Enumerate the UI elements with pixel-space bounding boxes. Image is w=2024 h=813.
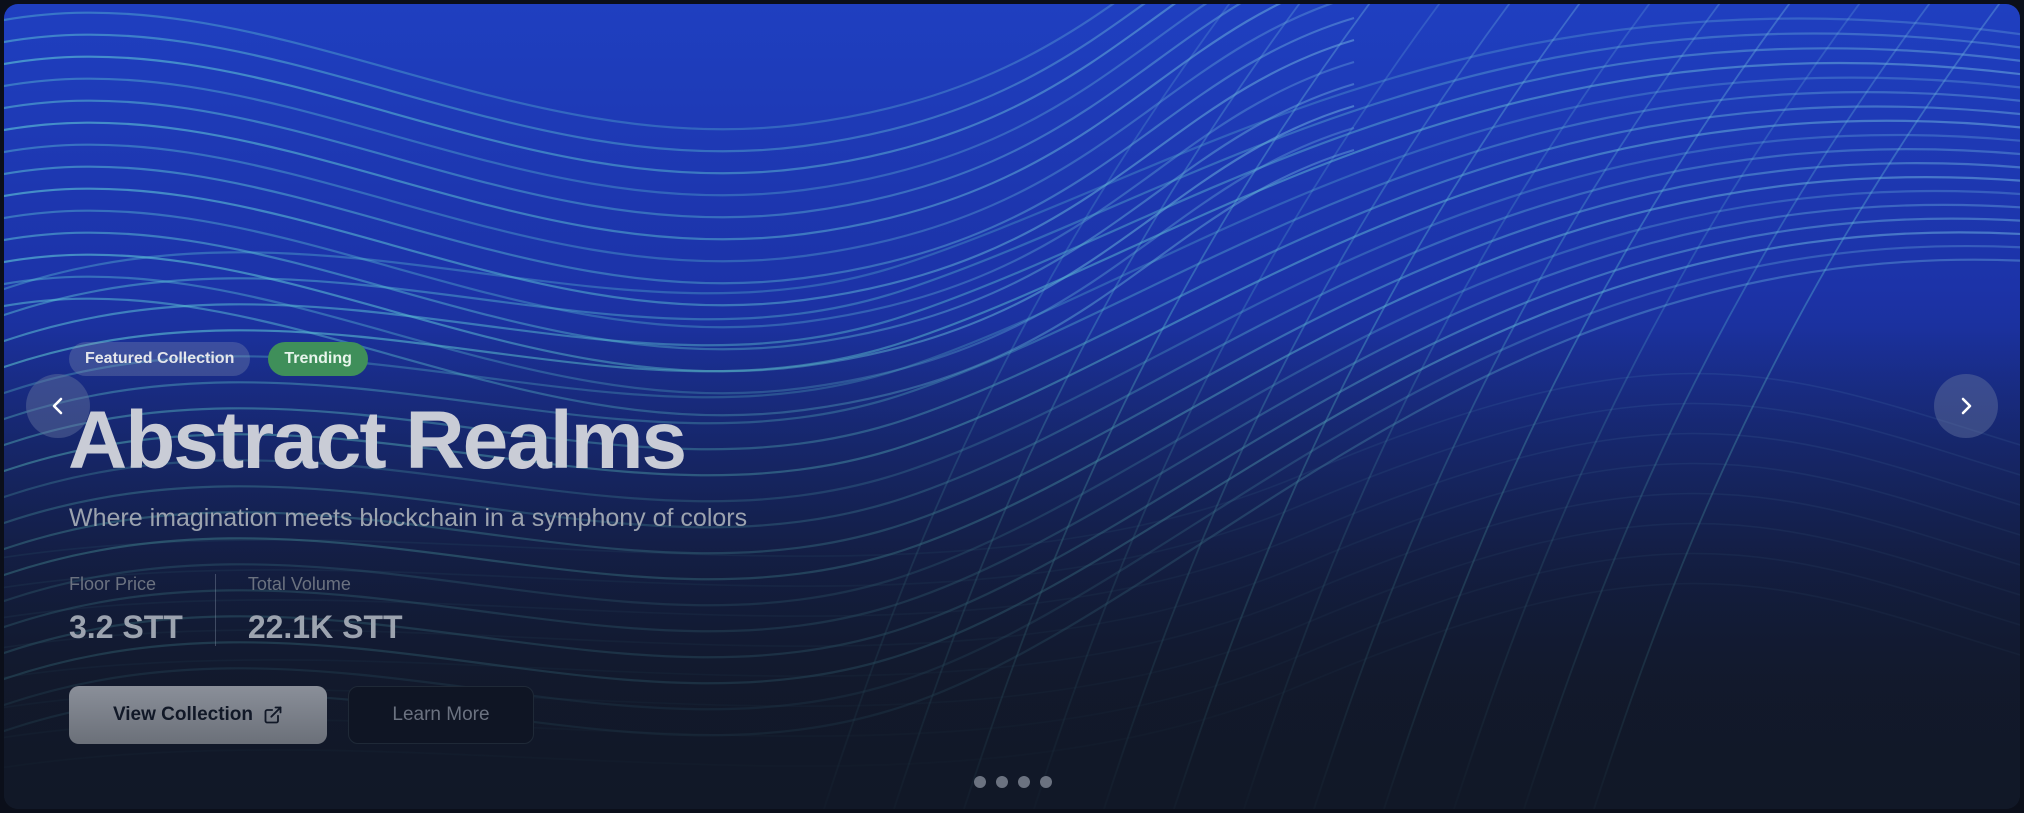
external-link-icon xyxy=(264,706,282,724)
previous-slide-button[interactable] xyxy=(26,374,90,438)
floor-price-stat: Floor Price 3.2 STT xyxy=(69,574,215,646)
total-volume-value: 22.1K STT xyxy=(247,609,403,645)
total-volume-label: Total Volume xyxy=(247,574,351,594)
chevron-left-icon xyxy=(52,397,63,415)
floor-price-label: Floor Price xyxy=(69,574,157,594)
carousel-dot[interactable] xyxy=(1040,776,1052,788)
view-collection-label: View Collection xyxy=(112,704,254,725)
total-volume-stat: Total Volume 22.1K STT xyxy=(214,574,435,646)
chevron-right-icon xyxy=(1961,397,1972,415)
learn-more-label: Learn More xyxy=(392,704,490,725)
carousel-dot[interactable] xyxy=(974,776,986,788)
collection-stats: Floor Price 3.2 STT Total Volume 22.1K S… xyxy=(69,574,435,646)
learn-more-button[interactable]: Learn More xyxy=(348,686,534,744)
featured-collection-badge: Featured Collection xyxy=(69,342,251,376)
floor-price-value: 3.2 STT xyxy=(69,609,183,645)
next-slide-button[interactable] xyxy=(1934,374,1998,438)
view-collection-button[interactable]: View Collection xyxy=(69,686,327,744)
hero-banner: Featured Collection Trending Abstract Re… xyxy=(4,4,2020,809)
carousel-indicators xyxy=(974,776,1052,788)
carousel-dot[interactable] xyxy=(1018,776,1030,788)
badge-row: Featured Collection Trending xyxy=(69,342,368,376)
carousel-dot[interactable] xyxy=(996,776,1008,788)
collection-subtitle: Where imagination meets blockchain in a … xyxy=(69,504,748,532)
collection-title: Abstract Realms xyxy=(68,395,687,486)
trending-badge: Trending xyxy=(268,342,368,376)
